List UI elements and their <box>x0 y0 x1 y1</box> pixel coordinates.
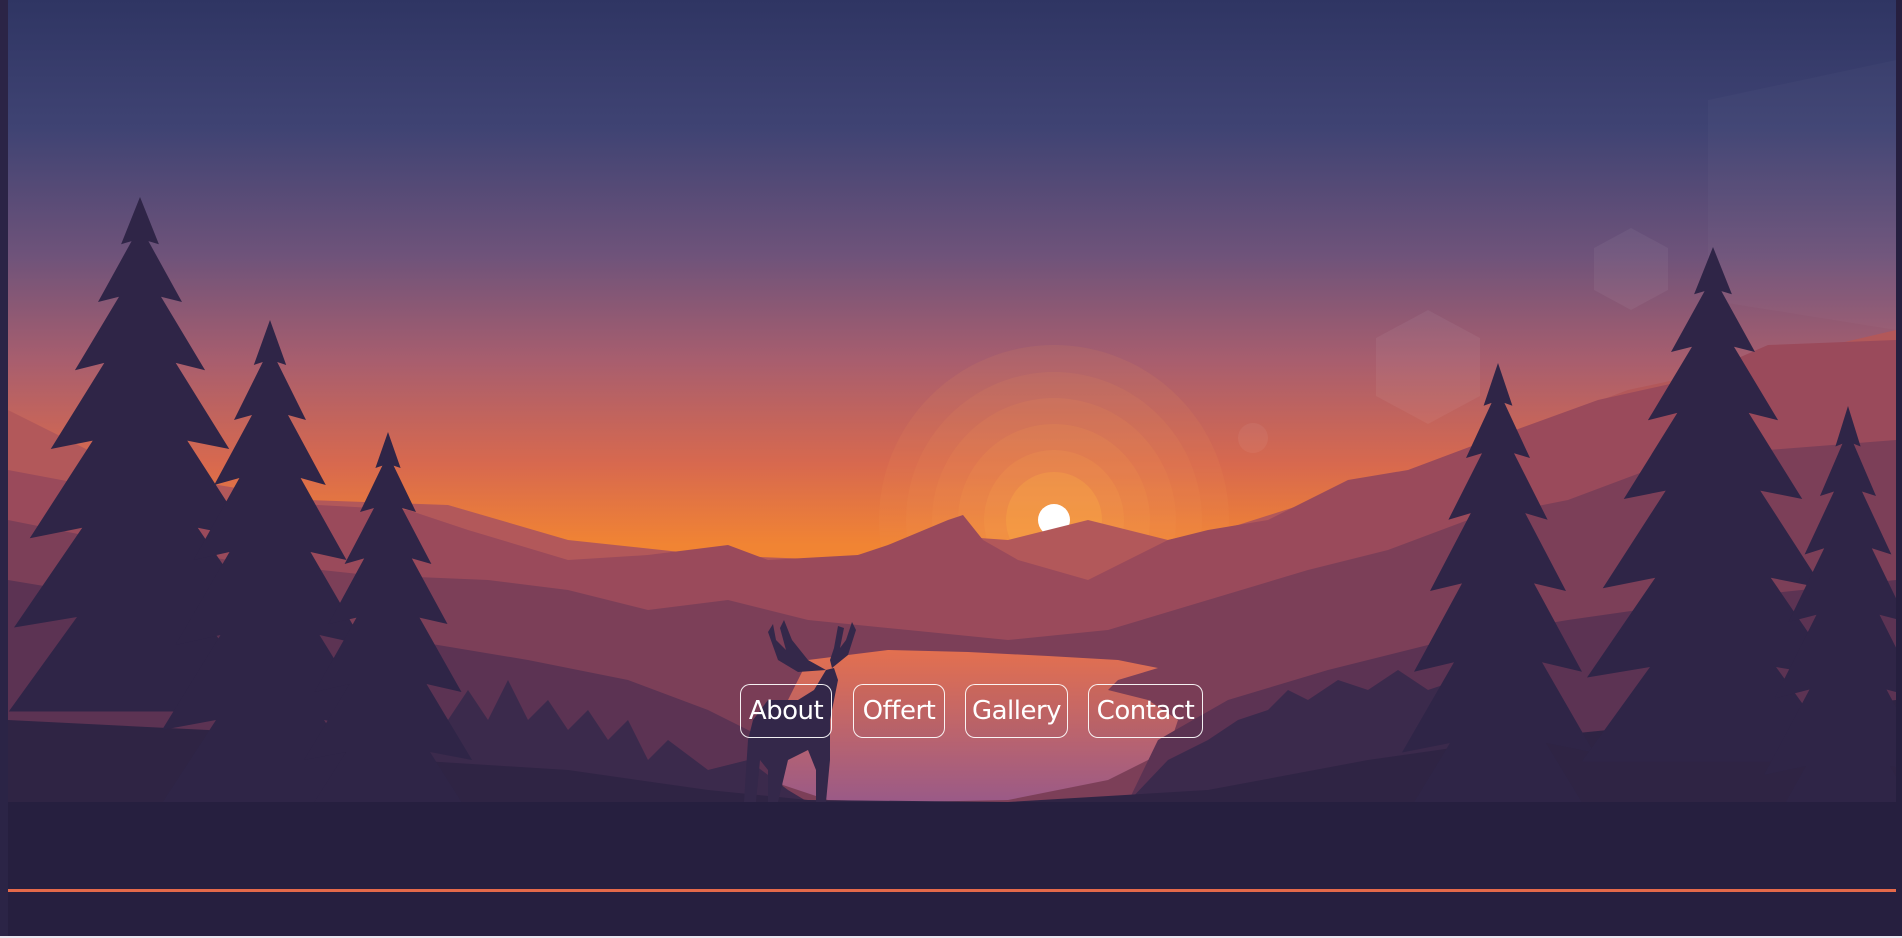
sunset-landscape-illustration <box>8 0 1896 802</box>
nav-contact-button[interactable]: Contact <box>1088 684 1203 738</box>
nav-about-button[interactable]: About <box>740 684 832 738</box>
accent-divider <box>8 889 1896 892</box>
hero-banner <box>8 0 1896 802</box>
nav-gallery-button[interactable]: Gallery <box>965 684 1068 738</box>
page: About Offert Gallery Contact <box>0 0 1902 938</box>
footer-band <box>8 802 1896 938</box>
main-nav: About Offert Gallery Contact <box>0 684 1902 740</box>
left-edge <box>0 0 8 938</box>
nav-offert-button[interactable]: Offert <box>853 684 945 738</box>
